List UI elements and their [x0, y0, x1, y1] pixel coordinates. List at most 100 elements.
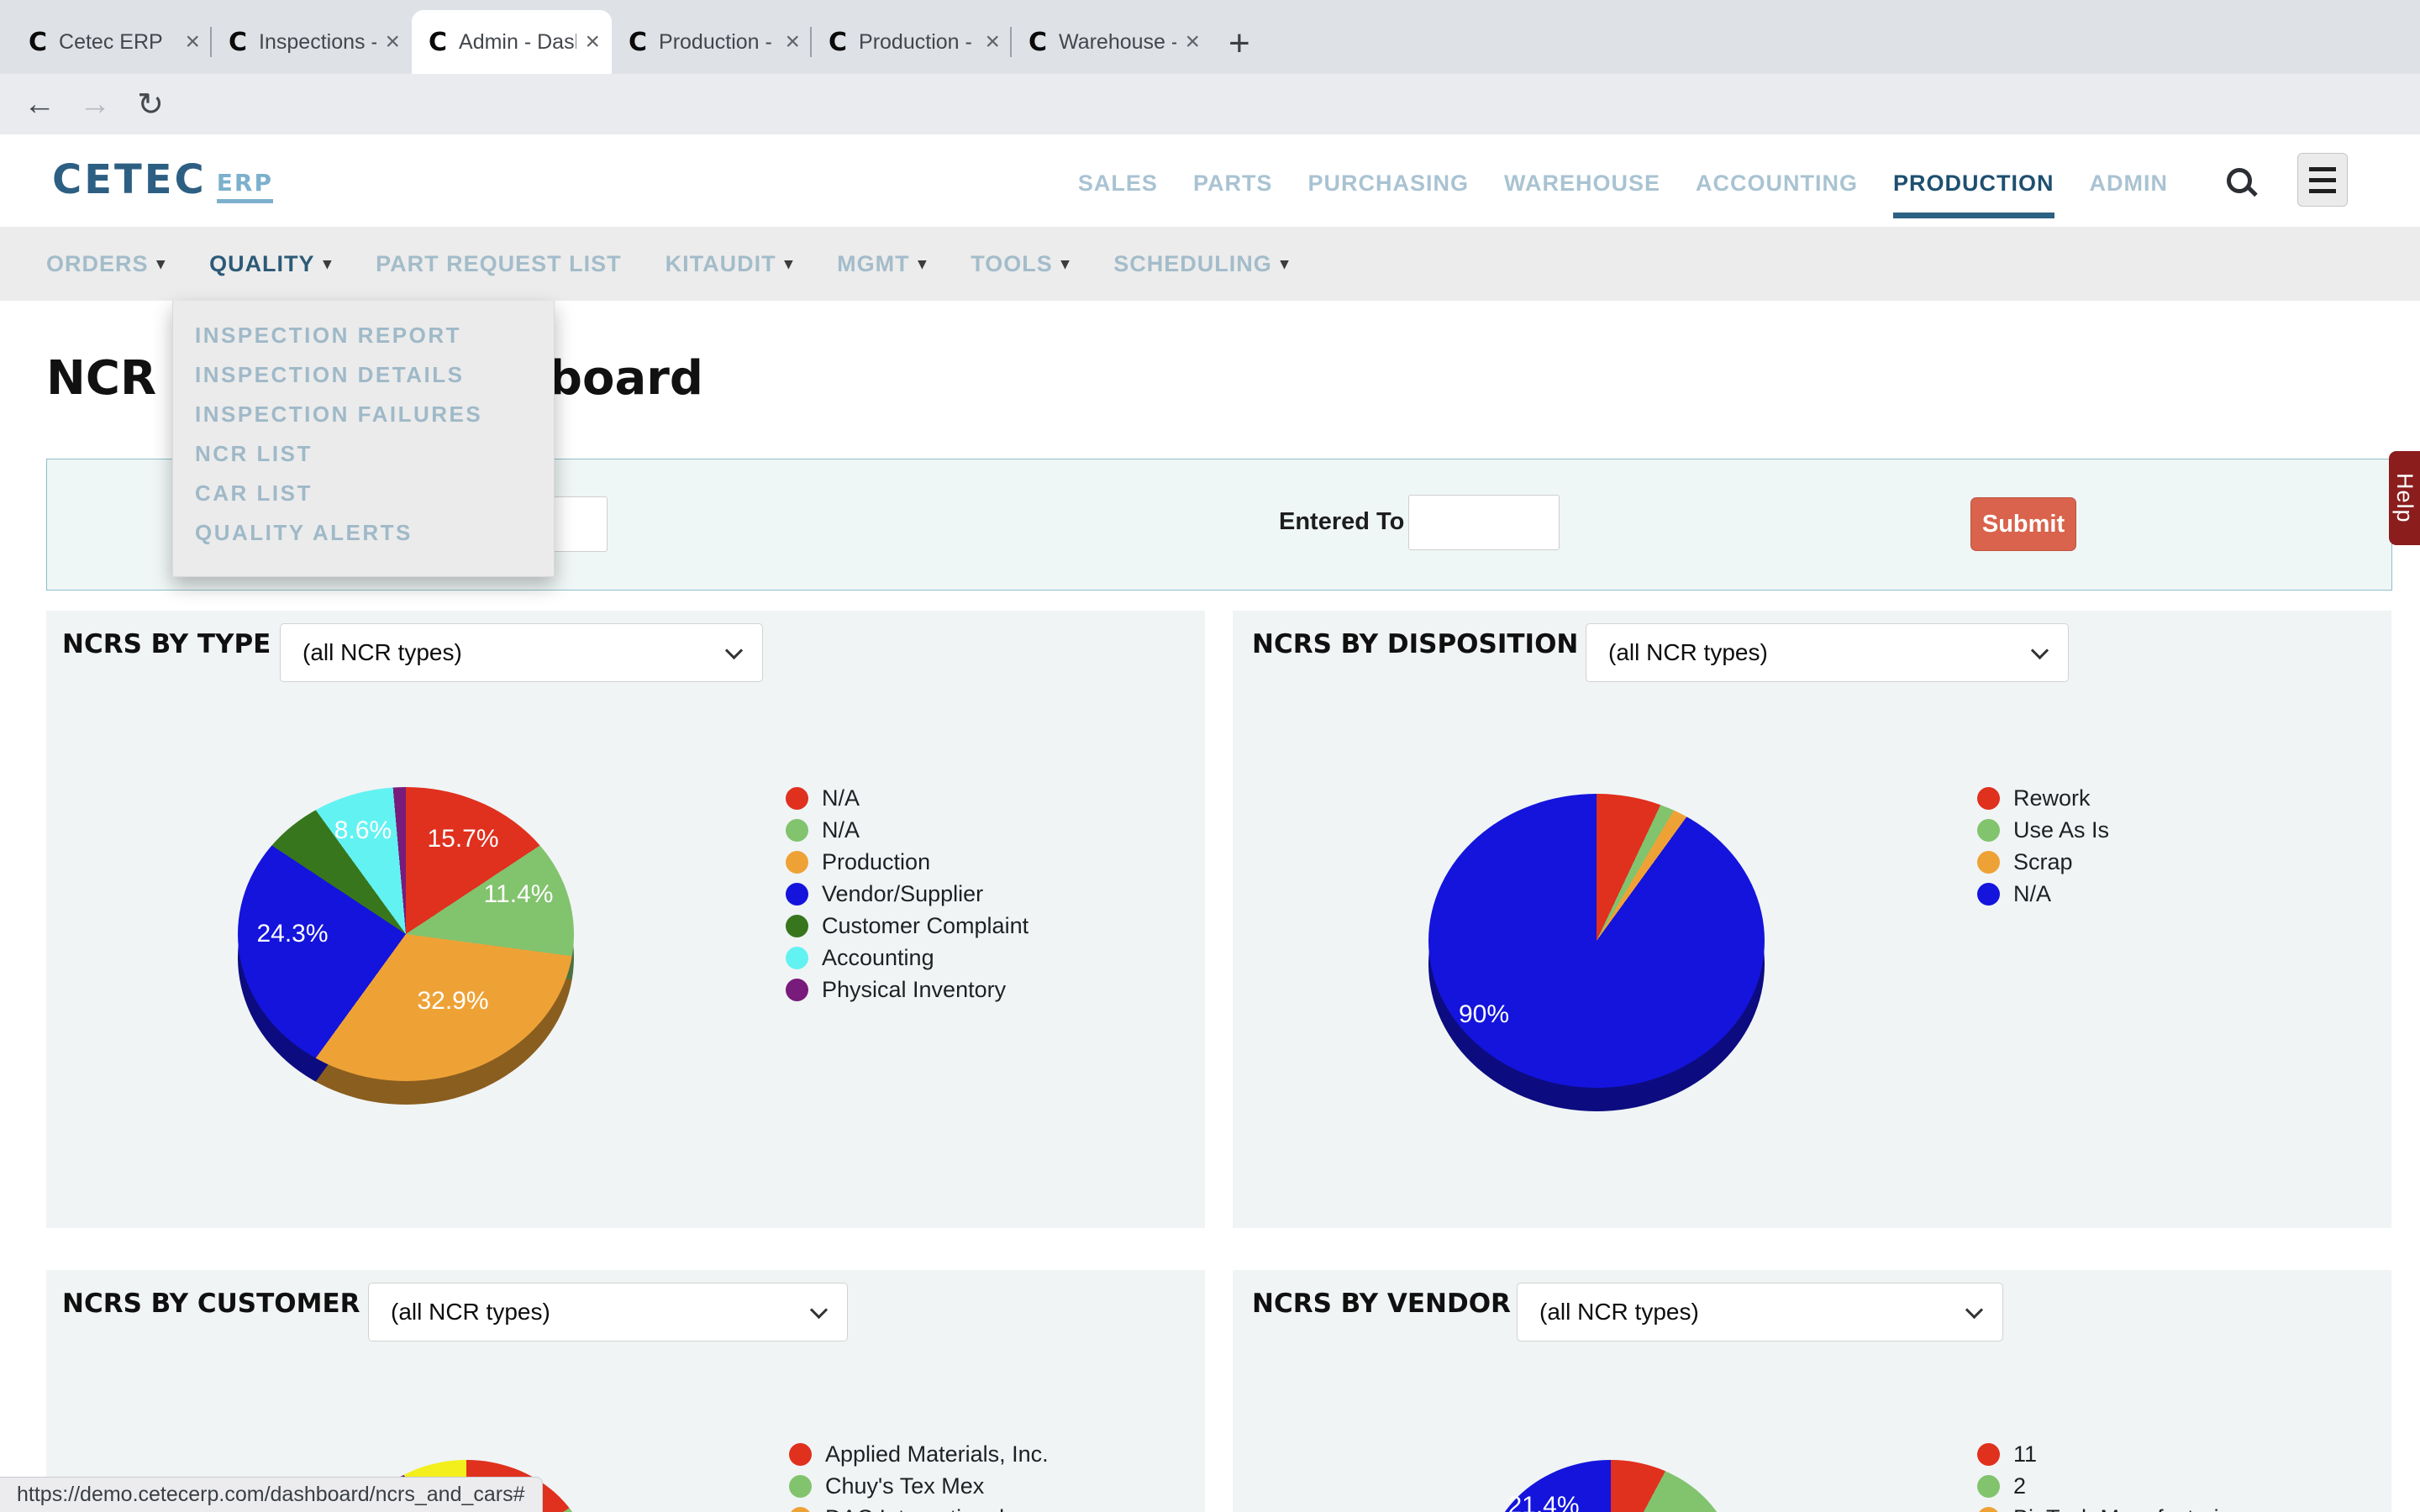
browser-tab[interactable]: CAdmin - Dashboards×: [412, 10, 612, 74]
tab-close-icon[interactable]: ×: [385, 28, 400, 56]
tab-title: Production - Quality: [659, 30, 776, 55]
hamburger-menu-button[interactable]: [2297, 153, 2348, 207]
forward-button[interactable]: →: [72, 74, 118, 134]
browser-toolbar: ← → ↻ demo.cetecerp.com/dashboard/ncrs_a…: [0, 74, 2420, 134]
legend-color-dot: [1977, 851, 2000, 874]
legend-label: Physical Inventory: [822, 977, 1006, 1003]
subnav-item-label: QUALITY: [209, 251, 315, 277]
menu-item-ncr-list[interactable]: NCR LIST: [173, 434, 554, 474]
logo-erp-text: ERP: [217, 169, 273, 203]
browser-tab[interactable]: CWarehouse - Receiving×: [1012, 10, 1212, 74]
pie-slice-label: 32.9%: [417, 987, 488, 1016]
tab-close-icon[interactable]: ×: [585, 28, 600, 56]
chevron-down-icon: [725, 642, 743, 659]
tab-title: Production - Quality: [859, 30, 976, 55]
chart-legend: N/AN/AProductionVendor/SupplierCustomer …: [786, 782, 1028, 1005]
tab-close-icon[interactable]: ×: [1185, 28, 1200, 56]
ncr-type-filter-select[interactable]: (all NCR types): [1586, 623, 2069, 682]
legend-item: N/A: [786, 814, 1028, 846]
main-nav: SALES PARTS PURCHASING WAREHOUSE ACCOUNTING P…: [1078, 134, 2168, 227]
pie-slice-label: 24.3%: [256, 920, 328, 948]
menu-item-inspection-details[interactable]: INSPECTION DETAILS: [173, 355, 554, 395]
tab-title: Inspections - Workorder (S: [259, 30, 376, 55]
cetec-favicon-icon: C: [29, 28, 47, 57]
nav-item-production[interactable]: PRODUCTION: [1893, 144, 2054, 218]
pie-slice-label: 21.4%: [1507, 1492, 1579, 1512]
nav-item-admin[interactable]: ADMIN: [2090, 144, 2169, 218]
menu-item-car-list[interactable]: CAR LIST: [173, 474, 554, 513]
menu-item-inspection-report[interactable]: INSPECTION REPORT: [173, 316, 554, 355]
subnav-item-mgmt[interactable]: MGMT ▾: [837, 251, 927, 277]
ncr-type-filter-select[interactable]: (all NCR types): [1517, 1283, 2003, 1341]
nav-item-accounting[interactable]: ACCOUNTING: [1696, 144, 1858, 218]
legend-color-dot: [1977, 1507, 2000, 1512]
tab-close-icon[interactable]: ×: [985, 28, 1000, 56]
legend-label: Applied Materials, Inc.: [825, 1441, 1049, 1467]
legend-label: Rework: [2013, 785, 2091, 811]
caret-down-icon: ▾: [918, 255, 928, 274]
reload-icon: ↻: [137, 86, 164, 123]
legend-label: Use As Is: [2013, 817, 2109, 843]
legend-color-dot: [789, 1443, 812, 1466]
chart-title: NCRS BY CUSTOMER: [62, 1289, 360, 1319]
browser-tab[interactable]: CProduction - Quality×: [812, 10, 1012, 74]
subnav-item-label: PART REQUEST LIST: [376, 251, 622, 277]
chevron-down-icon: [1965, 1301, 1983, 1319]
legend-label: Production: [822, 849, 930, 875]
legend-item: Customer Complaint: [786, 910, 1028, 942]
help-tab[interactable]: Help: [2389, 451, 2420, 545]
legend-item: 2: [1977, 1470, 2244, 1502]
app-header: CETEC ERP SALES PARTS PURCHASING WAREHOUSE A…: [0, 134, 2420, 227]
menu-item-inspection-failures[interactable]: INSPECTION FAILURES: [173, 395, 554, 434]
nav-item-parts[interactable]: PARTS: [1193, 144, 1273, 218]
chevron-down-icon: [2031, 642, 2049, 659]
legend-color-dot: [1977, 1443, 2000, 1466]
nav-item-purchasing[interactable]: PURCHASING: [1307, 144, 1469, 218]
menu-item-quality-alerts[interactable]: QUALITY ALERTS: [173, 513, 554, 553]
panel-ncrs-by-customer: NCRS BY CUSTOMER (all NCR types) Applied…: [46, 1270, 1205, 1512]
legend-label: Vendor/Supplier: [822, 881, 983, 907]
tab-strip: CCetec ERP×CInspections - Workorder (S×C…: [0, 0, 2420, 74]
subnav-item-tools[interactable]: TOOLS▾: [971, 251, 1070, 277]
browser-tab[interactable]: CCetec ERP×: [12, 10, 212, 74]
subnav-item-quality[interactable]: QUALITY▾: [209, 251, 332, 277]
search-button[interactable]: [2202, 134, 2277, 227]
legend-color-dot: [1977, 1475, 2000, 1498]
hamburger-icon: [2309, 167, 2336, 171]
back-button[interactable]: ←: [17, 74, 62, 134]
nav-item-sales[interactable]: SALES: [1078, 144, 1158, 218]
cetec-logo[interactable]: CETEC ERP: [52, 156, 273, 203]
browser-tab[interactable]: CProduction - Quality×: [612, 10, 812, 74]
caret-down-icon: ▾: [1061, 255, 1071, 274]
legend-item: N/A: [1977, 878, 2109, 910]
legend-item: Chuy's Tex Mex: [789, 1470, 1049, 1502]
legend-item: DAC International: [789, 1502, 1049, 1512]
caret-down-icon: ▾: [157, 255, 166, 274]
ncr-type-filter-select[interactable]: (all NCR types): [280, 623, 763, 682]
submit-button[interactable]: Submit: [1970, 497, 2076, 551]
browser-tab[interactable]: CInspections - Workorder (S×: [212, 10, 412, 74]
subnav-item-kitaudit[interactable]: KITAUDIT▾: [666, 251, 794, 277]
subnav-item-scheduling[interactable]: SCHEDULING▾: [1113, 251, 1289, 277]
panel-ncrs-by-disposition: NCRS BY DISPOSITION (all NCR types) 90% …: [1233, 611, 2391, 1228]
tab-close-icon[interactable]: ×: [185, 28, 200, 56]
legend-label: Scrap: [2013, 849, 2073, 875]
pie-slice-label: 15.7%: [427, 825, 498, 853]
legend-color-dot: [789, 1507, 812, 1512]
legend-label: Accounting: [822, 945, 934, 971]
select-value: (all NCR types): [1539, 1299, 1699, 1326]
reload-button[interactable]: ↻: [128, 74, 173, 134]
subnav-item-orders[interactable]: ORDERS▾: [46, 251, 166, 277]
ncr-type-filter-select[interactable]: (all NCR types): [368, 1283, 848, 1341]
subnav-item-part-request-list[interactable]: PART REQUEST LIST: [376, 251, 622, 277]
caret-down-icon: ▾: [785, 255, 794, 274]
tab-close-icon[interactable]: ×: [785, 28, 800, 56]
select-value: (all NCR types): [302, 639, 462, 666]
legend-color-dot: [786, 883, 808, 906]
nav-item-warehouse[interactable]: WAREHOUSE: [1504, 144, 1660, 218]
legend-label: BioTech Manufacturing: [2013, 1505, 2244, 1512]
search-icon: [2227, 168, 2252, 193]
new-tab-button[interactable]: +: [1228, 27, 1250, 60]
entered-to-input[interactable]: [1408, 495, 1560, 550]
subnav-item-label: MGMT: [837, 251, 909, 277]
